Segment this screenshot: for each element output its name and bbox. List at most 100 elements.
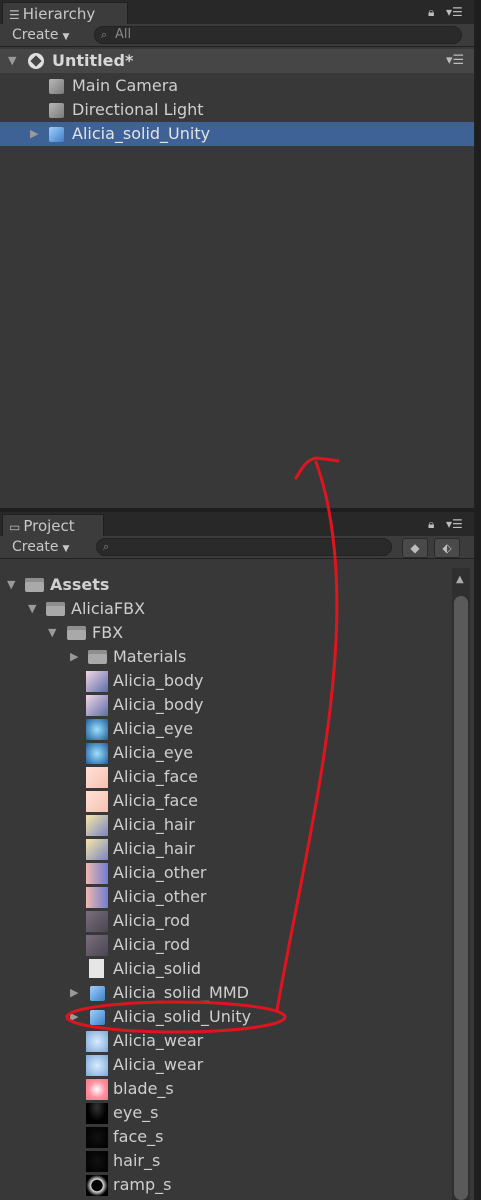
texture-thumbnail-icon <box>86 887 108 908</box>
texture-thumbnail-icon <box>86 1055 108 1076</box>
asset-item[interactable]: Alicia_wear <box>0 1029 474 1053</box>
scene-menu-icon[interactable]: ▾☰ <box>446 49 464 73</box>
texture-thumbnail-icon <box>86 1127 108 1148</box>
hierarchy-item-directional-light[interactable]: Directional Light <box>0 98 474 122</box>
asset-item[interactable]: ▶ Alicia_solid_MMD <box>0 981 474 1005</box>
asset-item[interactable]: eye_s <box>0 1101 474 1125</box>
folder-icon <box>88 650 107 664</box>
collapse-arrow-icon[interactable]: ▼ <box>28 597 36 621</box>
asset-item[interactable]: Alicia_hair <box>0 813 474 837</box>
expand-arrow-icon[interactable]: ▶ <box>70 981 78 1005</box>
panel-menu-icon[interactable]: ▾☰ <box>446 517 463 531</box>
asset-item[interactable]: Alicia_other <box>0 861 474 885</box>
dropdown-arrow-icon: ▼ <box>62 32 70 42</box>
collapse-arrow-icon[interactable]: ▼ <box>48 621 56 645</box>
project-search-input[interactable]: ⌕ <box>96 538 392 556</box>
folder-materials[interactable]: ▶ Materials <box>0 645 474 669</box>
texture-thumbnail-icon <box>86 911 108 932</box>
texture-thumbnail-icon <box>86 1079 108 1100</box>
texture-thumbnail-icon <box>86 863 108 884</box>
texture-thumbnail-icon <box>86 1103 108 1124</box>
collapse-arrow-icon[interactable]: ▼ <box>8 49 16 73</box>
asset-item[interactable]: Alicia_face <box>0 789 474 813</box>
asset-label: Alicia_wear <box>113 1031 204 1050</box>
folder-tab-icon: ▭ <box>9 520 21 534</box>
search-icon: ⌕ <box>103 540 110 553</box>
asset-label: Alicia_hair <box>113 815 195 834</box>
search-by-type-icon[interactable]: ◆ <box>402 538 428 558</box>
expand-arrow-icon[interactable]: ▶ <box>70 645 78 669</box>
asset-item[interactable]: ▶ Alicia_solid_Unity <box>0 1005 474 1029</box>
asset-label: Alicia_body <box>113 671 204 690</box>
asset-item[interactable]: Alicia_body <box>0 693 474 717</box>
asset-label: Alicia_other <box>113 887 207 906</box>
prefab-cube-icon <box>49 127 64 142</box>
search-by-label-icon[interactable]: ⬖ <box>434 538 460 558</box>
dropdown-arrow-icon: ▼ <box>62 544 70 554</box>
asset-label: Alicia_face <box>113 791 198 810</box>
texture-thumbnail-icon <box>86 719 108 740</box>
expand-arrow-icon[interactable]: ▶ <box>30 122 38 146</box>
lock-icon[interactable]: 🔒︎ <box>428 5 434 20</box>
asset-item[interactable]: Alicia_hair <box>0 837 474 861</box>
asset-label: Alicia_solid_Unity <box>113 1007 252 1026</box>
asset-item[interactable]: face_s <box>0 1125 474 1149</box>
folder-icon <box>46 602 65 616</box>
asset-item[interactable]: Alicia_wear <box>0 1053 474 1077</box>
project-panel: ▭ Project 🔒︎ ▾☰ Create ▼ ⌕ ◆ ⬖ ▲ ▼ Assets … <box>0 512 476 1200</box>
asset-item[interactable]: Alicia_other <box>0 885 474 909</box>
texture-thumbnail-icon <box>86 743 108 764</box>
hierarchy-item-alicia-solid-unity[interactable]: ▶ Alicia_solid_Unity <box>0 122 474 146</box>
hierarchy-tab-bar: ☰ Hierarchy 🔒︎ ▾☰ <box>0 0 474 25</box>
asset-item[interactable]: hair_s <box>0 1149 474 1173</box>
texture-thumbnail-icon <box>86 695 108 716</box>
asset-label: Alicia_other <box>113 863 207 882</box>
texture-thumbnail-icon <box>86 815 108 836</box>
asset-label: blade_s <box>113 1079 174 1098</box>
create-button[interactable]: Create ▼ <box>12 538 69 556</box>
search-icon: ⌕ <box>101 28 108 41</box>
asset-item[interactable]: Alicia_face <box>0 765 474 789</box>
gameobject-cube-icon <box>49 103 64 118</box>
texture-thumbnail-icon <box>86 1175 108 1196</box>
asset-label: eye_s <box>113 1103 159 1122</box>
asset-item[interactable]: Alicia_eye <box>0 717 474 741</box>
asset-label: Alicia_face <box>113 767 198 786</box>
model-prefab-icon <box>90 1010 105 1025</box>
asset-label: ramp_s <box>113 1175 172 1194</box>
folder-assets[interactable]: ▼ Assets <box>0 573 474 597</box>
asset-label: hair_s <box>113 1151 161 1170</box>
folder-aliciafbx[interactable]: ▼ AliciaFBX <box>0 597 474 621</box>
panel-menu-icon[interactable]: ▾☰ <box>446 5 463 19</box>
tab-project[interactable]: ▭ Project <box>2 514 104 536</box>
create-button[interactable]: Create ▼ <box>12 26 69 44</box>
texture-thumbnail-icon <box>86 935 108 956</box>
scene-header[interactable]: ▼ Untitled* ▾☰ <box>0 49 474 73</box>
project-tab-bar: ▭ Project 🔒︎ ▾☰ <box>0 512 474 537</box>
asset-label: Alicia_rod <box>113 935 191 954</box>
asset-item[interactable]: Alicia_eye <box>0 741 474 765</box>
texture-thumbnail-icon <box>86 1031 108 1052</box>
hierarchy-search-input[interactable]: ⌕ All <box>94 26 462 44</box>
asset-item[interactable]: Alicia_rod <box>0 933 474 957</box>
asset-item[interactable]: Alicia_solid <box>0 957 474 981</box>
model-prefab-icon <box>90 986 105 1001</box>
hierarchy-item-main-camera[interactable]: Main Camera <box>0 74 474 98</box>
asset-item[interactable]: ramp_s <box>0 1173 474 1197</box>
asset-item[interactable]: blade_s <box>0 1077 474 1101</box>
texture-thumbnail-icon <box>86 791 108 812</box>
collapse-arrow-icon[interactable]: ▼ <box>7 573 15 597</box>
asset-item[interactable]: Alicia_body <box>0 669 474 693</box>
expand-arrow-icon[interactable]: ▶ <box>70 1005 78 1029</box>
hierarchy-toolbar: Create ▼ ⌕ All <box>0 24 474 47</box>
tab-hierarchy[interactable]: ☰ Hierarchy <box>2 2 128 24</box>
folder-fbx[interactable]: ▼ FBX <box>0 621 474 645</box>
texture-thumbnail-icon <box>86 671 108 692</box>
lock-icon[interactable]: 🔒︎ <box>428 517 434 532</box>
asset-item[interactable]: Alicia_rod <box>0 909 474 933</box>
asset-label: Alicia_solid_MMD <box>113 983 249 1002</box>
document-icon <box>89 959 104 978</box>
hierarchy-panel: ☰ Hierarchy 🔒︎ ▾☰ Create ▼ ⌕ All ▼ Untitle… <box>0 0 476 508</box>
unity-logo-icon <box>28 53 44 69</box>
gameobject-cube-icon <box>49 79 64 94</box>
